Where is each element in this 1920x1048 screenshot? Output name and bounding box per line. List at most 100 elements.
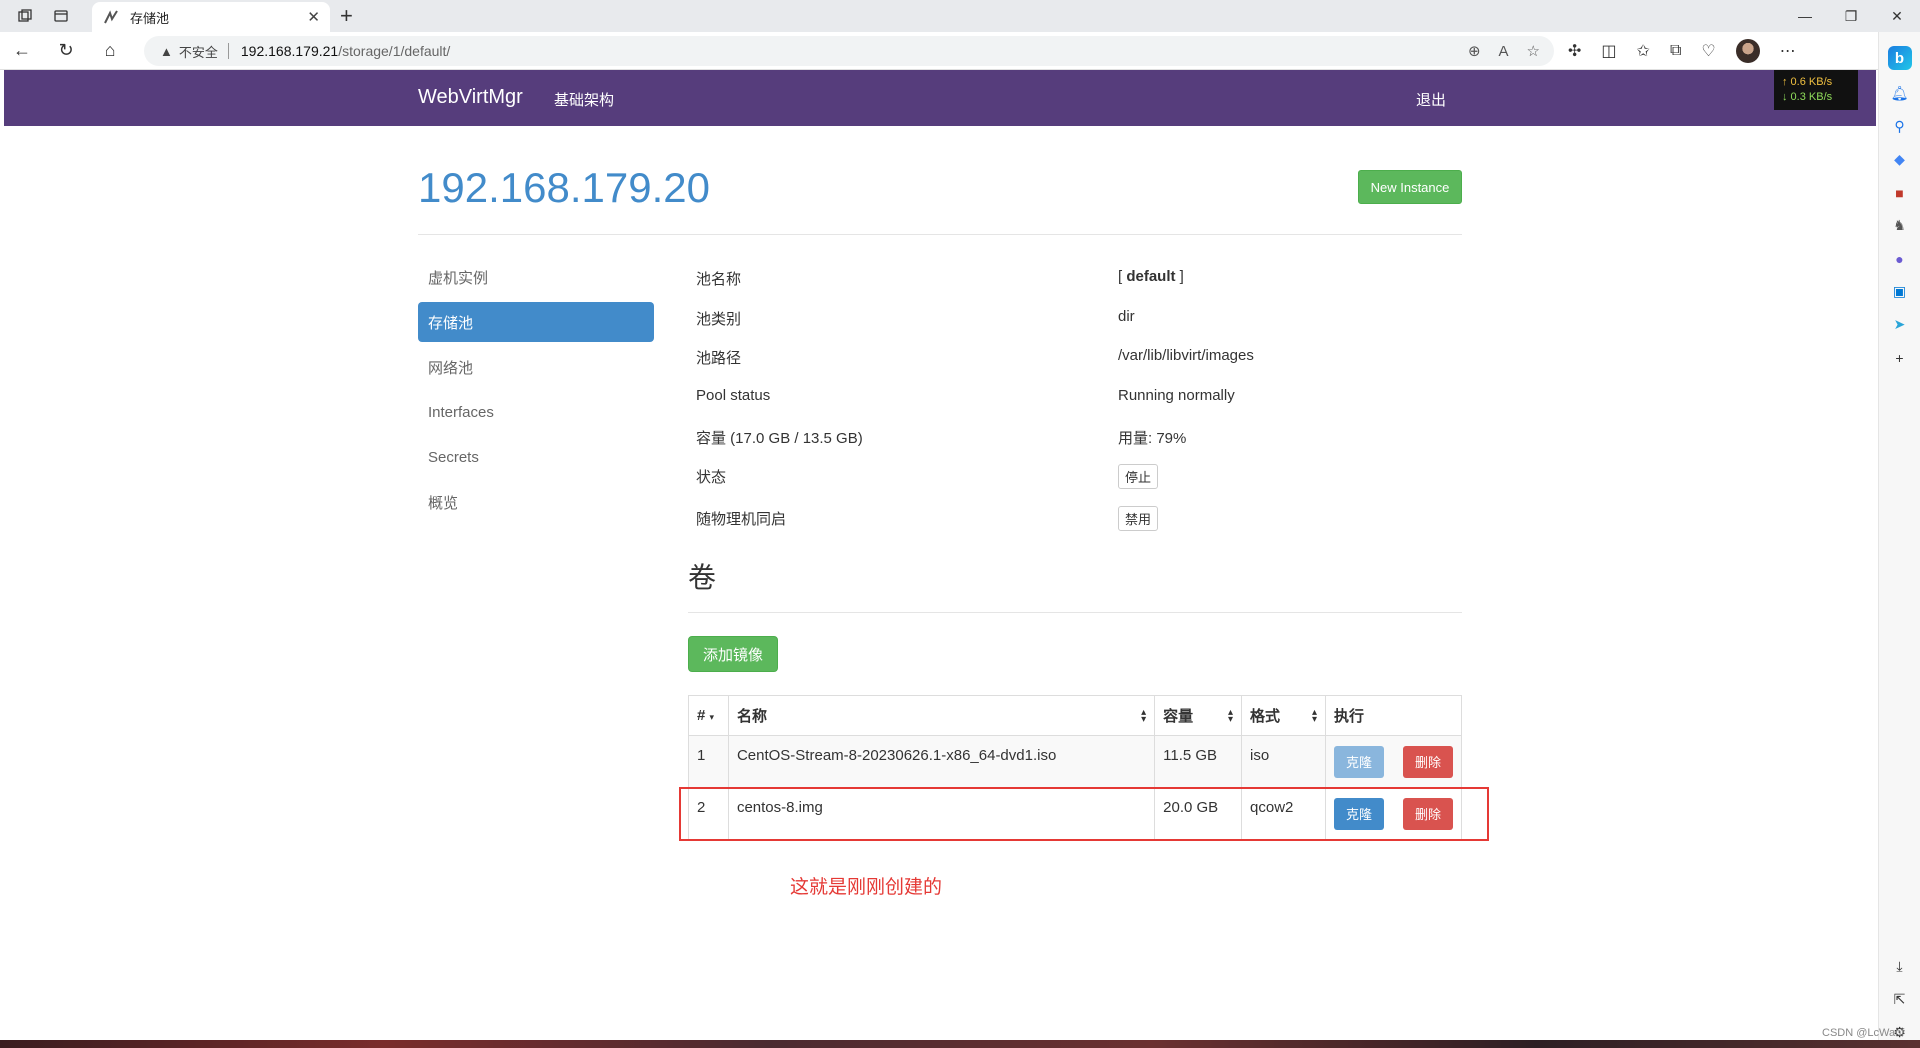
browser-toolbar: ✣ ◫ ✩ ⧉ ♡ ⋯ xyxy=(1568,32,1796,70)
pool-path-value: /var/lib/libvirt/images xyxy=(1118,347,1254,364)
tools-briefcase-icon[interactable]: ■ xyxy=(1887,183,1913,202)
minimize-icon[interactable]: — xyxy=(1782,0,1828,32)
read-aloud-icon[interactable]: A xyxy=(1499,43,1509,60)
app-navbar: WebVirtMgr 基础架构 退出 xyxy=(4,70,1876,126)
sidebar-item-interfaces[interactable]: Interfaces xyxy=(418,392,654,432)
edge-sidebar: b 🔔︎ ⚲ ◆ ■ ♞ ● ▣ ➤ + ⤓ ⇱ ⚙ xyxy=(1878,32,1920,1042)
close-window-icon[interactable]: ✕ xyxy=(1874,0,1920,32)
sort-icon: ▴ ▾ xyxy=(1311,707,1317,725)
hide-sidebar-icon[interactable]: ⤓ xyxy=(1887,957,1913,976)
url-separator xyxy=(227,43,229,59)
table-row: 1 CentOS-Stream-8-20230626.1-x86_64-dvd1… xyxy=(688,735,1463,788)
more-menu-icon[interactable]: ⋯ xyxy=(1780,41,1796,61)
pool-status-label: Pool status xyxy=(696,387,771,404)
drop-send-icon[interactable]: ➤ xyxy=(1887,315,1913,334)
workspaces-icon[interactable] xyxy=(14,5,36,27)
pool-name-bold: default xyxy=(1126,268,1176,285)
brand-link[interactable]: WebVirtMgr xyxy=(418,86,523,109)
col-header-size[interactable]: 容量 ▴ ▾ xyxy=(1154,695,1243,736)
header-divider xyxy=(418,234,1462,235)
favorites-icon[interactable]: ✩ xyxy=(1637,41,1650,61)
bing-copilot-icon[interactable]: b xyxy=(1887,46,1913,70)
sidebar-item-storage[interactable]: 存储池 xyxy=(418,302,654,342)
notification-bell-icon[interactable]: 🔔︎ xyxy=(1887,84,1913,103)
pool-type-label: 池类别 xyxy=(696,311,742,328)
disable-autostart-button[interactable]: 禁用 xyxy=(1118,506,1159,531)
col-size-label: 容量 xyxy=(1163,708,1194,725)
close-tab-icon[interactable]: ✕ xyxy=(307,8,320,26)
url-field[interactable]: ▲ 不安全 192.168.179.21/storage/1/default/ … xyxy=(144,36,1554,66)
home-icon[interactable]: ⌂ xyxy=(88,32,132,70)
webvirtmgr-favicon-icon xyxy=(102,8,120,26)
pool-state-value-wrap: 停止 xyxy=(1118,464,1159,489)
col-header-format[interactable]: 格式 ▴ ▾ xyxy=(1241,695,1326,736)
col-number-label: # xyxy=(697,707,706,724)
desktop-background-strip xyxy=(0,1040,1920,1048)
pool-capacity-label: 容量 (17.0 GB / 13.5 GB) xyxy=(696,430,863,447)
address-bar: ← ↻ ⌂ ▲ 不安全 192.168.179.21/storage/1/def… xyxy=(0,32,1920,70)
pool-name-label: 池名称 xyxy=(696,271,742,288)
performance-icon[interactable]: ♡ xyxy=(1701,41,1715,61)
upload-speed: ↑ 0.6 KB/s xyxy=(1782,76,1833,88)
refresh-icon[interactable]: ↻ xyxy=(44,32,88,70)
pool-usage-value: 用量: 79% xyxy=(1118,430,1187,447)
sidebar-nav: 虚机实例 存储池 网络池 Interfaces Secrets 概览 xyxy=(418,257,654,527)
clone-button[interactable]: 克隆 xyxy=(1333,745,1384,778)
col-header-action: 执行 xyxy=(1324,695,1463,736)
volume-size: 11.5 GB xyxy=(1154,735,1243,788)
volumes-title: 卷 xyxy=(688,562,717,593)
shopping-tag-icon[interactable]: ◆ xyxy=(1887,150,1913,169)
nav-logout[interactable]: 退出 xyxy=(1416,89,1446,110)
extensions-icon[interactable]: ✣ xyxy=(1568,41,1581,61)
row-number: 1 xyxy=(688,735,729,788)
security-label: 不安全 xyxy=(178,44,218,60)
page-title: 192.168.179.20 xyxy=(418,164,710,211)
outlook-icon[interactable]: ▣ xyxy=(1887,282,1913,301)
sidebar-item-secrets[interactable]: Secrets xyxy=(418,437,654,477)
window-controls: — ❐ ✕ xyxy=(1782,0,1920,32)
download-speed: ↓ 0.3 KB/s xyxy=(1782,91,1833,103)
search-icon[interactable]: ⚲ xyxy=(1887,117,1913,136)
pool-autostart-value-wrap: 禁用 xyxy=(1118,506,1159,531)
microsoft365-icon[interactable]: ● xyxy=(1887,249,1913,268)
pool-path-label: 池路径 xyxy=(696,350,742,367)
favorite-star-icon[interactable]: ☆ xyxy=(1527,42,1540,60)
highlight-annotation-box xyxy=(679,787,1489,841)
pool-state-label: 状态 xyxy=(696,469,727,486)
delete-button[interactable]: 删除 xyxy=(1402,745,1453,778)
tab-storage[interactable]: 存储池 ✕ xyxy=(92,2,330,32)
col-action-label: 执行 xyxy=(1333,708,1364,725)
back-icon[interactable]: ← xyxy=(0,32,44,70)
volumes-divider xyxy=(688,612,1462,613)
restore-icon[interactable]: ❐ xyxy=(1828,0,1874,32)
col-name-label: 名称 xyxy=(736,708,767,725)
tab-actions-icon[interactable] xyxy=(50,5,72,27)
col-header-number[interactable]: # ▾ xyxy=(688,695,729,736)
col-format-label: 格式 xyxy=(1250,708,1281,725)
sort-icon: ▴ ▾ xyxy=(1228,707,1234,725)
external-link-icon[interactable]: ⇱ xyxy=(1887,990,1913,1009)
games-icon[interactable]: ♞ xyxy=(1887,216,1913,235)
col-header-name[interactable]: 名称 ▴ ▾ xyxy=(727,695,1156,736)
zoom-icon[interactable]: ⊕ xyxy=(1468,42,1481,60)
table-header-row: # ▾ 名称 ▴ ▾ 容量 ▴ ▾ 格式 ▴ ▾ 执行 xyxy=(688,695,1463,736)
add-image-button[interactable]: 添加镜像 xyxy=(688,636,778,672)
warning-icon: ▲ xyxy=(160,43,173,59)
stop-pool-button[interactable]: 停止 xyxy=(1118,464,1159,489)
omnibox-icons: ⊕ A ☆ xyxy=(1468,36,1540,66)
pool-type-value: dir xyxy=(1118,308,1135,325)
nav-infrastructure[interactable]: 基础架构 xyxy=(554,89,614,110)
split-screen-icon[interactable]: ◫ xyxy=(1601,41,1616,61)
pool-name-value: [ default ] xyxy=(1118,268,1184,285)
new-tab-icon[interactable]: + xyxy=(340,4,353,28)
volume-format: iso xyxy=(1241,735,1326,788)
pool-autostart-label: 随物理机同启 xyxy=(696,511,787,528)
profile-avatar[interactable] xyxy=(1735,39,1760,63)
url-host: 192.168.179.21 xyxy=(240,43,339,59)
sidebar-item-networks[interactable]: 网络池 xyxy=(418,347,654,387)
collections-icon[interactable]: ⧉ xyxy=(1670,42,1681,60)
new-instance-button[interactable]: New Instance xyxy=(1358,170,1462,204)
sidebar-item-overview[interactable]: 概览 xyxy=(418,482,654,522)
add-sidebar-app-icon[interactable]: + xyxy=(1887,348,1913,367)
sidebar-item-instances[interactable]: 虚机实例 xyxy=(418,257,654,297)
